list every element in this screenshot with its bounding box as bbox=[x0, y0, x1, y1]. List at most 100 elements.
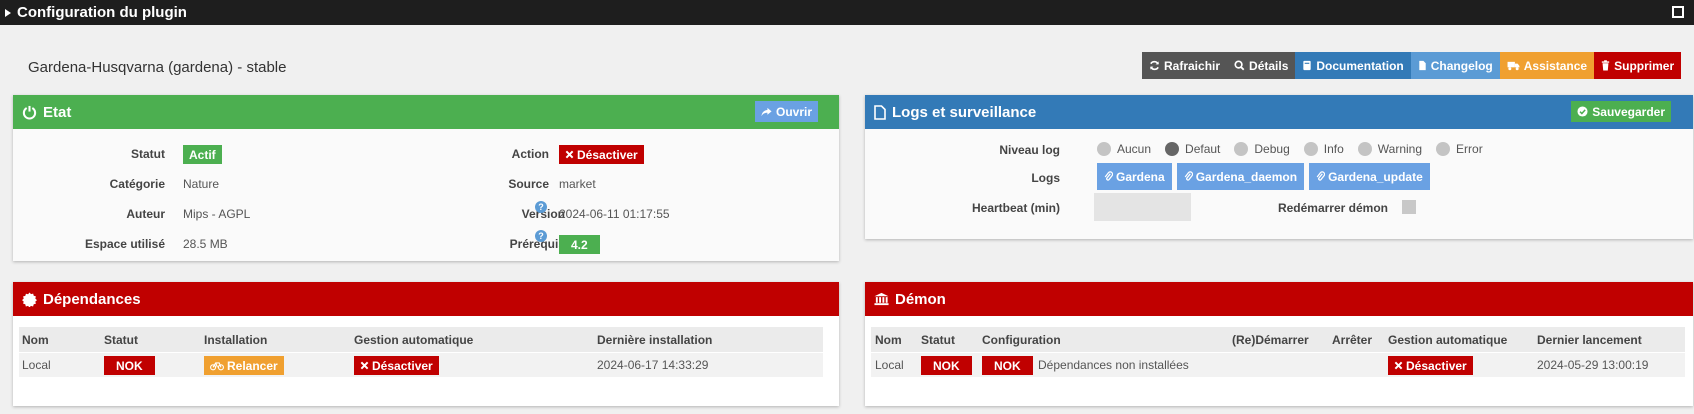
radio-icon bbox=[1436, 142, 1451, 156]
radio-label: Defaut bbox=[1185, 142, 1221, 156]
truck-icon bbox=[1507, 61, 1520, 71]
refresh-icon bbox=[1150, 60, 1159, 71]
categorie-label: Catégorie bbox=[109, 177, 165, 191]
demon-config-text: Dépendances non installées bbox=[1038, 358, 1189, 372]
log-button-gardena-daemon[interactable]: Gardena_daemon bbox=[1176, 163, 1305, 190]
auteur-value: Mips - AGPL bbox=[183, 207, 251, 221]
plugin-title: Gardena-Husqvarna (gardena) - stable bbox=[28, 59, 287, 76]
log-level-error[interactable]: Error bbox=[1436, 142, 1483, 156]
heartbeat-input[interactable] bbox=[1094, 193, 1191, 221]
dependances-body: Nom Statut Installation Gestion automati… bbox=[13, 316, 839, 406]
save-label: Sauvegarder bbox=[1592, 104, 1665, 119]
log-button-label: Gardena_update bbox=[1328, 169, 1423, 184]
demon-gestion-label: Désactiver bbox=[1406, 358, 1467, 373]
logs-title: Logs et surveillance bbox=[892, 103, 1037, 121]
log-level-debug[interactable]: Debug bbox=[1234, 142, 1290, 156]
documentation-button[interactable]: Documentation bbox=[1295, 52, 1411, 79]
action-label: Action bbox=[511, 147, 549, 161]
auteur-label: Auteur bbox=[126, 207, 165, 221]
changelog-label: Changelog bbox=[1430, 58, 1493, 73]
dependances-header: Dépendances bbox=[13, 282, 839, 316]
open-button[interactable]: Ouvrir bbox=[754, 101, 818, 122]
demon-gestion-disable-button[interactable]: Désactiver bbox=[1388, 356, 1473, 375]
action-disable-button[interactable]: Désactiver bbox=[559, 145, 644, 164]
assistance-button[interactable]: Assistance bbox=[1499, 52, 1595, 79]
bicycle-icon bbox=[210, 361, 224, 370]
log-buttons: Gardena Gardena_daemon Gardena_update bbox=[1097, 163, 1430, 190]
paperclip-icon bbox=[1184, 171, 1193, 181]
refresh-button[interactable]: Rafraichir bbox=[1142, 52, 1228, 79]
book-icon bbox=[1303, 60, 1312, 71]
col-installation: Installation bbox=[204, 333, 268, 347]
categorie-value: Nature bbox=[183, 177, 220, 191]
log-button-label: Gardena bbox=[1116, 169, 1165, 184]
open-label: Ouvrir bbox=[775, 104, 812, 119]
col-gestion: Gestion automatique bbox=[354, 333, 474, 347]
table-row: Local NOK Relancer Désactiver 2024-06-17… bbox=[19, 353, 823, 377]
save-button[interactable]: Sauvegarder bbox=[1571, 101, 1671, 122]
heartbeat-label: Heartbeat (min) bbox=[971, 201, 1060, 215]
dep-gestion-disable-button[interactable]: Désactiver bbox=[354, 356, 439, 375]
radio-icon bbox=[1234, 142, 1249, 156]
restart-daemon-label: Redémarrer démon bbox=[1277, 201, 1388, 215]
changelog-button[interactable]: Changelog bbox=[1410, 52, 1500, 79]
dependances-table-header: Nom Statut Installation Gestion automati… bbox=[19, 327, 823, 352]
dependances-title: Dépendances bbox=[43, 290, 141, 308]
col-arreter: Arrêter bbox=[1332, 333, 1373, 347]
demon-title: Démon bbox=[895, 290, 946, 308]
check-circle-icon bbox=[1577, 106, 1588, 117]
maximize-icon[interactable] bbox=[1672, 6, 1684, 18]
window-titlebar: Configuration du plugin bbox=[0, 0, 1694, 25]
restart-daemon-checkbox[interactable] bbox=[1402, 200, 1416, 214]
log-level-aucun[interactable]: Aucun bbox=[1097, 142, 1151, 156]
dep-gestion-label: Désactiver bbox=[372, 358, 433, 373]
plugin-toolbar: Rafraichir Détails Documentation Changel… bbox=[1142, 52, 1682, 79]
log-button-label: Gardena_daemon bbox=[1195, 169, 1298, 184]
relancer-label: Relancer bbox=[227, 358, 278, 373]
radio-label: Info bbox=[1323, 142, 1344, 156]
demon-header: Démon bbox=[865, 282, 1693, 316]
prerequis-help-icon[interactable]: ? bbox=[535, 230, 547, 242]
radio-icon bbox=[1357, 142, 1372, 156]
col-configuration: Configuration bbox=[982, 333, 1061, 347]
delete-button[interactable]: Supprimer bbox=[1594, 52, 1682, 79]
close-icon bbox=[1394, 361, 1403, 370]
dep-nom: Local bbox=[22, 358, 51, 372]
relancer-button[interactable]: Relancer bbox=[204, 356, 284, 375]
logs-header: Logs et surveillance Sauvegarder bbox=[865, 95, 1693, 129]
demon-nom: Local bbox=[875, 358, 904, 372]
table-row: Local NOK NOK Dépendances non installées… bbox=[871, 353, 1685, 377]
logs-body: Niveau log Aucun Defaut Debug Info Warni… bbox=[865, 129, 1693, 239]
source-label: Source bbox=[508, 177, 549, 191]
col-nom: Nom bbox=[22, 333, 49, 347]
demon-body: Nom Statut Configuration (Re)Démarrer Ar… bbox=[865, 316, 1693, 406]
source-value: market bbox=[559, 177, 596, 191]
close-icon bbox=[565, 150, 574, 159]
search-icon bbox=[1234, 60, 1245, 71]
dep-derniere-value: 2024-06-17 14:33:29 bbox=[597, 358, 709, 372]
documentation-label: Documentation bbox=[1316, 58, 1404, 73]
niveau-log-label: Niveau log bbox=[999, 143, 1060, 157]
paperclip-icon bbox=[1104, 171, 1113, 181]
log-button-gardena[interactable]: Gardena bbox=[1097, 163, 1172, 190]
bank-icon bbox=[874, 292, 889, 306]
logs-label: Logs bbox=[1031, 171, 1060, 185]
log-level-warning[interactable]: Warning bbox=[1357, 142, 1422, 156]
action-disable-label: Désactiver bbox=[577, 147, 638, 162]
details-button[interactable]: Détails bbox=[1227, 52, 1296, 79]
col-nom: Nom bbox=[875, 333, 902, 347]
radio-icon bbox=[1097, 142, 1111, 156]
col-gestion: Gestion automatique bbox=[1388, 333, 1508, 347]
collapse-arrow-icon[interactable] bbox=[5, 8, 11, 17]
logs-panel: Logs et surveillance Sauvegarder Niveau … bbox=[865, 95, 1693, 239]
log-level-defaut[interactable]: Defaut bbox=[1165, 142, 1220, 156]
log-level-info[interactable]: Info bbox=[1303, 142, 1344, 156]
col-dernier: Dernier lancement bbox=[1537, 333, 1642, 347]
assistance-label: Assistance bbox=[1523, 58, 1588, 73]
log-button-gardena-update[interactable]: Gardena_update bbox=[1309, 163, 1430, 190]
demon-table-header: Nom Statut Configuration (Re)Démarrer Ar… bbox=[871, 327, 1685, 352]
espace-value: 28.5 MB bbox=[183, 237, 228, 251]
log-level-radio-group: Aucun Defaut Debug Info Warning Error bbox=[1097, 142, 1483, 156]
version-help-icon[interactable]: ? bbox=[535, 201, 547, 213]
delete-label: Supprimer bbox=[1614, 58, 1675, 73]
